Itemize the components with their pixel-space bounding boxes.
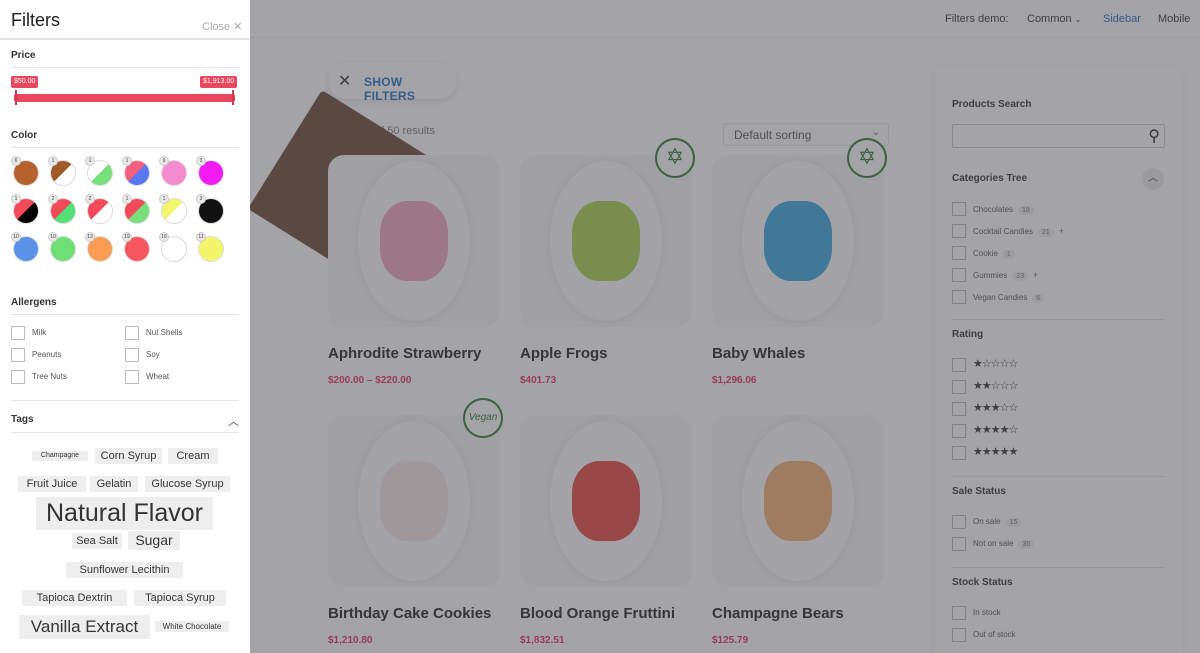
swatch-count: 11 (196, 232, 206, 242)
tag-item[interactable]: Tapioca Syrup (134, 590, 226, 606)
allergen-label: Tree Nuts (32, 372, 67, 381)
allergens-title: Allergens (11, 297, 57, 308)
swatch-count: 10 (48, 232, 58, 242)
divider (11, 432, 239, 433)
tag-item[interactable]: Tapioca Dextrin (22, 590, 127, 606)
panel-title: Filters (11, 10, 60, 30)
modal-overlay[interactable] (250, 0, 1200, 653)
tag-item[interactable]: Champagne (32, 451, 88, 461)
allergen-label: Soy (146, 350, 160, 359)
price-max-handle[interactable] (232, 90, 234, 105)
divider (11, 400, 239, 401)
price-range-slider[interactable] (14, 94, 235, 102)
swatch-count: 3 (196, 156, 206, 166)
swatch-count: 16 (159, 232, 169, 242)
divider (11, 314, 239, 315)
swatch-count: 9 (159, 156, 169, 166)
price-title: Price (11, 50, 36, 61)
swatch-count: 1 (11, 194, 21, 204)
tag-item[interactable]: Fruit Juice (18, 476, 86, 492)
tag-item[interactable]: White Chocolate (155, 621, 229, 632)
allergen-label: Peanuts (32, 350, 62, 359)
color-title: Color (11, 130, 38, 141)
close-button[interactable]: Close ✕ (202, 20, 242, 33)
divider (11, 147, 239, 148)
tags-title: Tags (11, 414, 34, 425)
checkbox[interactable] (125, 326, 139, 340)
checkbox[interactable] (11, 326, 25, 340)
price-min-handle[interactable] (15, 90, 17, 105)
allergen-label: Milk (32, 328, 47, 337)
swatch-count: 2 (48, 194, 58, 204)
swatch-count: 10 (11, 232, 21, 242)
chevron-up-icon[interactable]: ︿ (228, 413, 239, 429)
checkbox[interactable] (125, 370, 139, 384)
tag-item[interactable]: Sea Salt (72, 533, 122, 549)
swatch-count: 19 (122, 232, 132, 242)
swatch-count: 6 (11, 156, 21, 166)
swatch-count: 13 (85, 232, 95, 242)
checkbox[interactable] (11, 370, 25, 384)
checkbox[interactable] (11, 348, 25, 362)
tag-item[interactable]: Sugar (128, 531, 180, 550)
allergen-label: Wheat (146, 372, 170, 381)
tag-item[interactable]: Vanilla Extract (19, 615, 150, 639)
tag-item[interactable]: Natural Flavor (36, 497, 213, 530)
tag-item[interactable]: Sunflower Lecithin (66, 562, 183, 578)
swatch-count: 3 (196, 194, 206, 204)
swatch-count: 1 (122, 156, 132, 166)
filters-panel: Filters Close ✕ Price $50.00 $1,913.00 C… (0, 0, 250, 653)
divider (11, 67, 239, 68)
tag-item[interactable]: Gelatin (90, 476, 138, 492)
swatch-count: 2 (85, 194, 95, 204)
swatch-count: 1 (122, 194, 132, 204)
swatch-count: 1 (85, 156, 95, 166)
tag-item[interactable]: Cream (168, 448, 218, 464)
allergen-label: Nut Shells (146, 328, 183, 337)
swatch-count: 1 (159, 194, 169, 204)
price-min-tooltip: $50.00 (11, 76, 39, 88)
tag-item[interactable]: Corn Syrup (95, 448, 162, 464)
price-max-tooltip: $1,913.00 (200, 76, 238, 88)
swatch-count: 1 (48, 156, 58, 166)
checkbox[interactable] (125, 348, 139, 362)
divider (0, 38, 250, 40)
tag-item[interactable]: Glucose Syrup (145, 476, 230, 492)
